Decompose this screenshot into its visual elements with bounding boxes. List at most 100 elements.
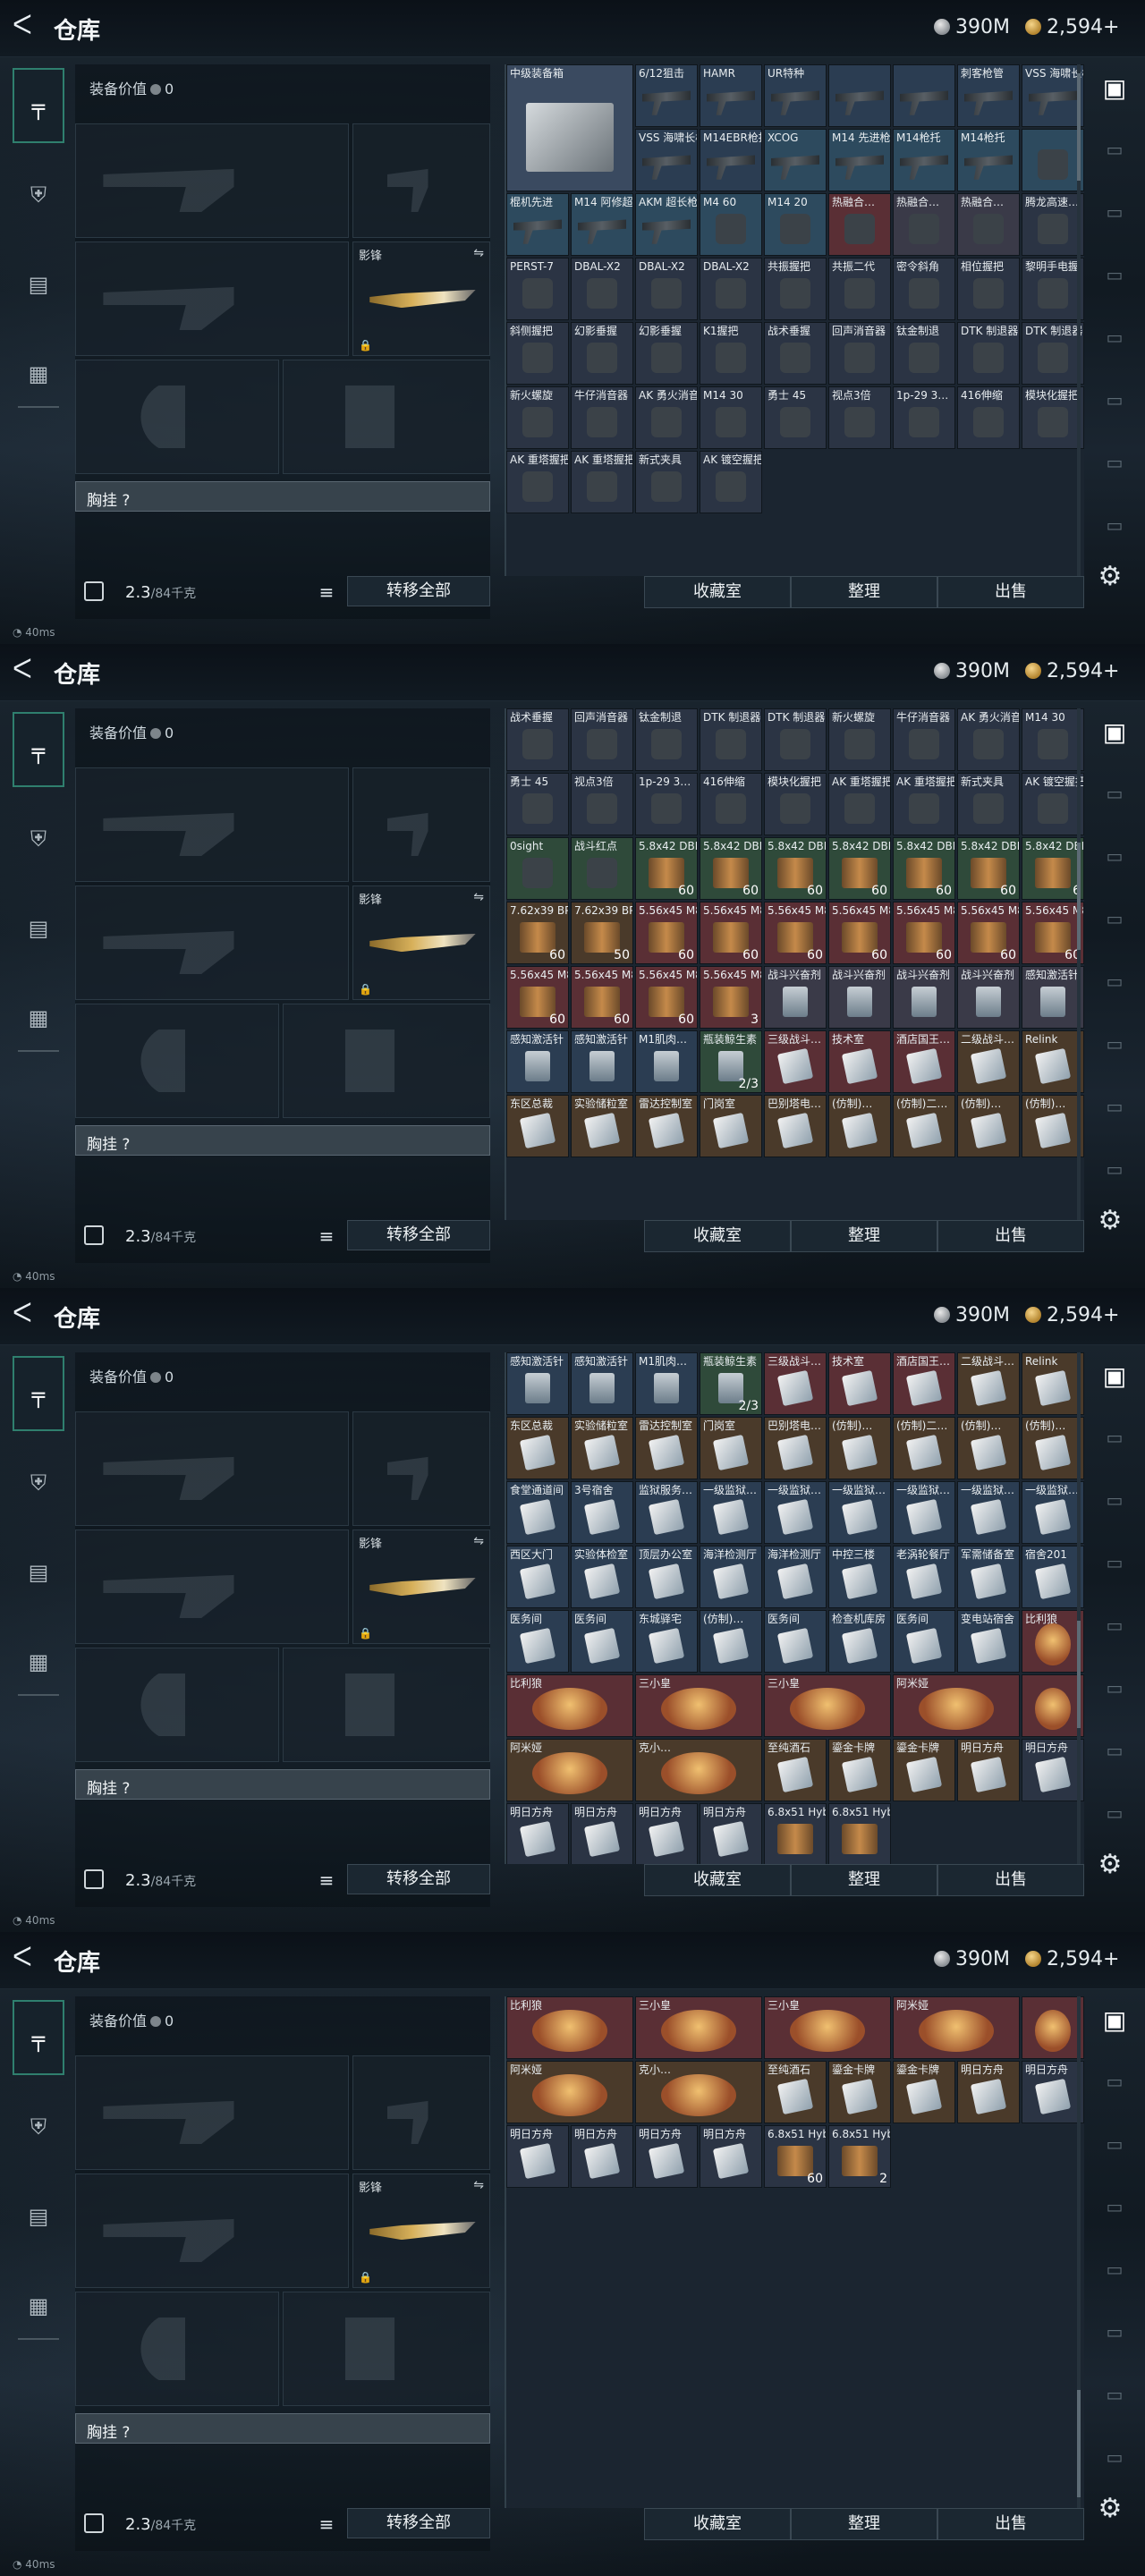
- grid-item[interactable]: 6.8x51 Hybrid 60: [764, 2125, 827, 2188]
- grid-item[interactable]: 牛仔消音器: [893, 708, 955, 771]
- grid-item[interactable]: 技术室: [828, 1352, 891, 1415]
- grid-item[interactable]: DTK 制退器: [700, 708, 762, 771]
- grid-item[interactable]: [893, 64, 955, 127]
- nav-weapon-tab[interactable]: ╤: [13, 1356, 64, 1431]
- nav-case-tab[interactable]: ▦: [13, 2268, 64, 2343]
- grid-item[interactable]: 一级监狱…: [1022, 1481, 1084, 1544]
- grid-item[interactable]: 热融合…: [828, 193, 891, 256]
- grid-item[interactable]: 明日方舟: [635, 2125, 698, 2188]
- grid-item[interactable]: 明日方舟: [700, 1803, 762, 1864]
- nav-weapon-tab[interactable]: ╤: [13, 2000, 64, 2075]
- grid-item[interactable]: 6.8x51 Hybrid: [764, 1803, 827, 1864]
- grid-item[interactable]: 感知激活针: [571, 1352, 633, 1415]
- warehouse-page-icon[interactable]: ▭: [1090, 127, 1140, 172]
- grid-scrollbar-thumb[interactable]: [1077, 73, 1081, 181]
- warehouse-guard-icon[interactable]: ▣: [1090, 1354, 1140, 1399]
- grid-item[interactable]: 新式夹具: [957, 773, 1020, 835]
- grid-item[interactable]: 幻影垂握: [635, 322, 698, 385]
- grid-item[interactable]: 视点3倍: [571, 773, 633, 835]
- grid-item[interactable]: 三小皇: [635, 1674, 762, 1737]
- transfer-all-button[interactable]: 转移全部: [347, 1220, 490, 1250]
- chest-rig-slot[interactable]: 胸挂 ?: [75, 481, 490, 512]
- grid-item[interactable]: HAMR: [700, 64, 762, 127]
- grid-item[interactable]: 回声消音器: [828, 322, 891, 385]
- grid-item[interactable]: (仿制)…: [957, 1417, 1020, 1479]
- organize-button[interactable]: 整理: [791, 1864, 937, 1896]
- back-icon[interactable]: ᐸ: [13, 1945, 39, 1973]
- grid-item[interactable]: 感知激活针: [1022, 966, 1084, 1029]
- nav-armor-tab[interactable]: ⛨: [13, 157, 64, 233]
- grid-item[interactable]: 5.56x45 M855A160: [828, 902, 891, 964]
- sell-button[interactable]: 出售: [937, 2508, 1084, 2540]
- warehouse-page-icon[interactable]: ▭: [1090, 2372, 1140, 2417]
- warehouse-page-icon[interactable]: ▭: [1090, 834, 1140, 878]
- grid-item[interactable]: 阿米娅: [506, 1739, 633, 1801]
- grid-item[interactable]: 勇士 45: [506, 773, 569, 835]
- grid-item[interactable]: 门岗室: [700, 1095, 762, 1157]
- grid-item[interactable]: (仿制)…: [828, 1095, 891, 1157]
- warehouse-page-icon[interactable]: ▭: [1090, 190, 1140, 234]
- warehouse-guard-icon[interactable]: ▣: [1090, 1998, 1140, 2043]
- grid-item[interactable]: AK 重塔握把: [506, 451, 569, 513]
- sell-button[interactable]: 出售: [937, 576, 1084, 608]
- grid-item[interactable]: 5.8x42 DBP10 60: [700, 837, 762, 900]
- grid-item[interactable]: [1022, 129, 1084, 191]
- grid-item[interactable]: 牛仔消音器: [571, 386, 633, 449]
- grid-item[interactable]: 5.56x45 M855A160: [957, 902, 1020, 964]
- chest-rig-slot[interactable]: 胸挂 ?: [75, 1769, 490, 1800]
- grid-item[interactable]: 5.8x42 DBP10 60: [828, 837, 891, 900]
- grid-item[interactable]: 门岗室: [700, 1417, 762, 1479]
- grid-item[interactable]: 斜侧握把: [506, 322, 569, 385]
- warehouse-page-icon[interactable]: ▭: [1090, 1665, 1140, 1710]
- grid-item[interactable]: 中级装备箱: [506, 64, 633, 191]
- grid-item[interactable]: 鎏金卡牌: [893, 1739, 955, 1801]
- grid-item[interactable]: 一级监狱…: [828, 1481, 891, 1544]
- grid-item[interactable]: M14枪托: [893, 129, 955, 191]
- grid-item[interactable]: 战斗兴奋剂: [764, 966, 827, 1029]
- currency-gold[interactable]: 2,594+: [1025, 1304, 1119, 1326]
- warehouse-page-icon[interactable]: ▭: [1090, 2435, 1140, 2479]
- nav-case-tab[interactable]: ▦: [13, 336, 64, 411]
- warehouse-page-icon[interactable]: ▭: [1090, 959, 1140, 1004]
- grid-item[interactable]: M14 20: [764, 193, 827, 256]
- grid-item[interactable]: 三小皇: [764, 1674, 891, 1737]
- grid-item[interactable]: 5.56x45 M855A160: [635, 966, 698, 1029]
- grid-item[interactable]: AK 镀空握把: [1022, 773, 1084, 835]
- grid-item[interactable]: 明日方舟: [1022, 2061, 1084, 2123]
- grid-item[interactable]: 三级战斗…: [764, 1030, 827, 1093]
- grid-item[interactable]: 5.56x45 M855A160: [506, 966, 569, 1029]
- pistol-slot[interactable]: [352, 767, 490, 882]
- grid-item[interactable]: 腾龙高速…: [1022, 193, 1084, 256]
- grid-item[interactable]: 西区大门: [506, 1546, 569, 1608]
- grid-item[interactable]: 5.56x45 M855A160: [1022, 902, 1084, 964]
- grid-item[interactable]: 6.8x51 Hybrid 2: [828, 2125, 891, 2188]
- warehouse-page-icon[interactable]: ▭: [1090, 1147, 1140, 1191]
- grid-item[interactable]: 一级监狱…: [764, 1481, 827, 1544]
- grid-item[interactable]: (仿制)…: [700, 1610, 762, 1673]
- grid-item[interactable]: 二级战斗…: [957, 1352, 1020, 1415]
- warehouse-page-icon[interactable]: ▭: [1090, 2122, 1140, 2166]
- swap-icon[interactable]: ⇋: [473, 246, 484, 260]
- grid-item[interactable]: 医务间: [571, 1610, 633, 1673]
- grid-item[interactable]: 宿舍201: [1022, 1546, 1084, 1608]
- warehouse-page-icon[interactable]: ▭: [1090, 1540, 1140, 1585]
- grid-item[interactable]: 鎏金卡牌: [828, 1739, 891, 1801]
- currency-gold[interactable]: 2,594+: [1025, 1948, 1119, 1970]
- grid-item[interactable]: 医务间: [893, 1610, 955, 1673]
- grid-item[interactable]: 416伸缩: [957, 386, 1020, 449]
- grid-scrollbar[interactable]: [1077, 708, 1081, 1220]
- secondary-weapon-slot[interactable]: [75, 242, 349, 356]
- back-icon[interactable]: ᐸ: [13, 1301, 39, 1329]
- organize-button[interactable]: 整理: [791, 576, 937, 608]
- warehouse-page-icon[interactable]: ▭: [1090, 2059, 1140, 2104]
- grid-item[interactable]: M14 30: [700, 386, 762, 449]
- grid-item[interactable]: M1肌肉…: [635, 1030, 698, 1093]
- warehouse-page-icon[interactable]: ▭: [1090, 440, 1140, 485]
- grid-item[interactable]: 医务间: [764, 1610, 827, 1673]
- list-icon[interactable]: ≡: [313, 1224, 340, 1249]
- grid-item[interactable]: AK 重塔握把: [893, 773, 955, 835]
- grid-item[interactable]: (仿制)…: [1022, 1417, 1084, 1479]
- back-icon[interactable]: ᐸ: [13, 13, 39, 41]
- grid-item[interactable]: (仿制)二…: [893, 1417, 955, 1479]
- grid-item[interactable]: 食堂通道间: [506, 1481, 569, 1544]
